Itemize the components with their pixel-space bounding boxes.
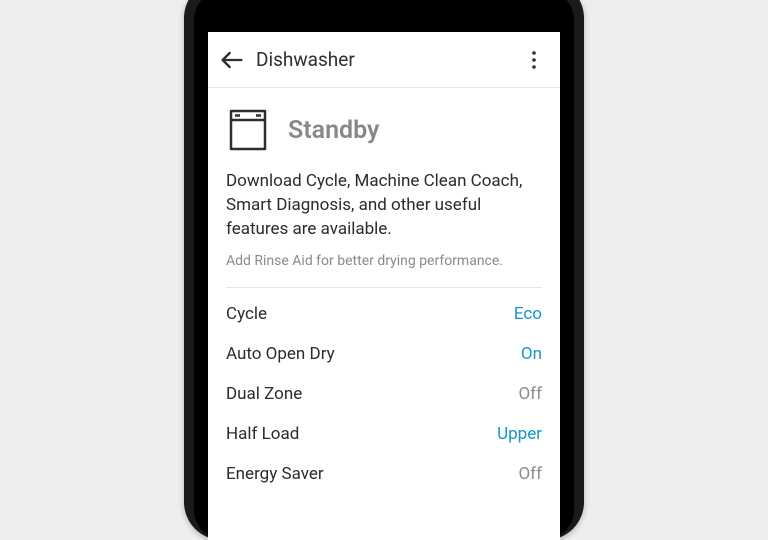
setting-row-auto-open-dry[interactable]: Auto Open Dry On (226, 334, 542, 374)
more-vertical-icon[interactable] (522, 48, 546, 72)
setting-row-cycle[interactable]: Cycle Eco (226, 294, 542, 334)
setting-value: On (521, 344, 542, 364)
setting-label: Half Load (226, 424, 299, 444)
content-area: Standby Download Cycle, Machine Clean Co… (208, 88, 560, 494)
setting-label: Energy Saver (226, 464, 324, 484)
setting-value: Off (518, 384, 542, 404)
phone-bezel: Dishwasher (194, 0, 574, 540)
phone-frame: Dishwasher (184, 0, 584, 540)
status-label: Standby (288, 116, 379, 145)
dishwasher-icon (226, 108, 270, 152)
setting-row-energy-saver[interactable]: Energy Saver Off (226, 454, 542, 494)
app-bar: Dishwasher (208, 32, 560, 88)
status-row: Standby (226, 88, 542, 168)
features-description: Download Cycle, Machine Clean Coach, Sma… (226, 168, 542, 253)
divider (226, 287, 542, 288)
app-screen: Dishwasher (208, 32, 560, 540)
rinse-aid-hint: Add Rinse Aid for better drying performa… (226, 253, 542, 287)
page-title: Dishwasher (256, 48, 522, 71)
setting-value: Upper (497, 424, 542, 444)
setting-value: Eco (514, 304, 542, 324)
setting-row-half-load[interactable]: Half Load Upper (226, 414, 542, 454)
setting-value: Off (518, 464, 542, 484)
setting-label: Dual Zone (226, 384, 302, 404)
back-arrow-icon[interactable] (218, 46, 246, 74)
setting-label: Auto Open Dry (226, 344, 335, 364)
setting-row-dual-zone[interactable]: Dual Zone Off (226, 374, 542, 414)
setting-label: Cycle (226, 304, 267, 324)
